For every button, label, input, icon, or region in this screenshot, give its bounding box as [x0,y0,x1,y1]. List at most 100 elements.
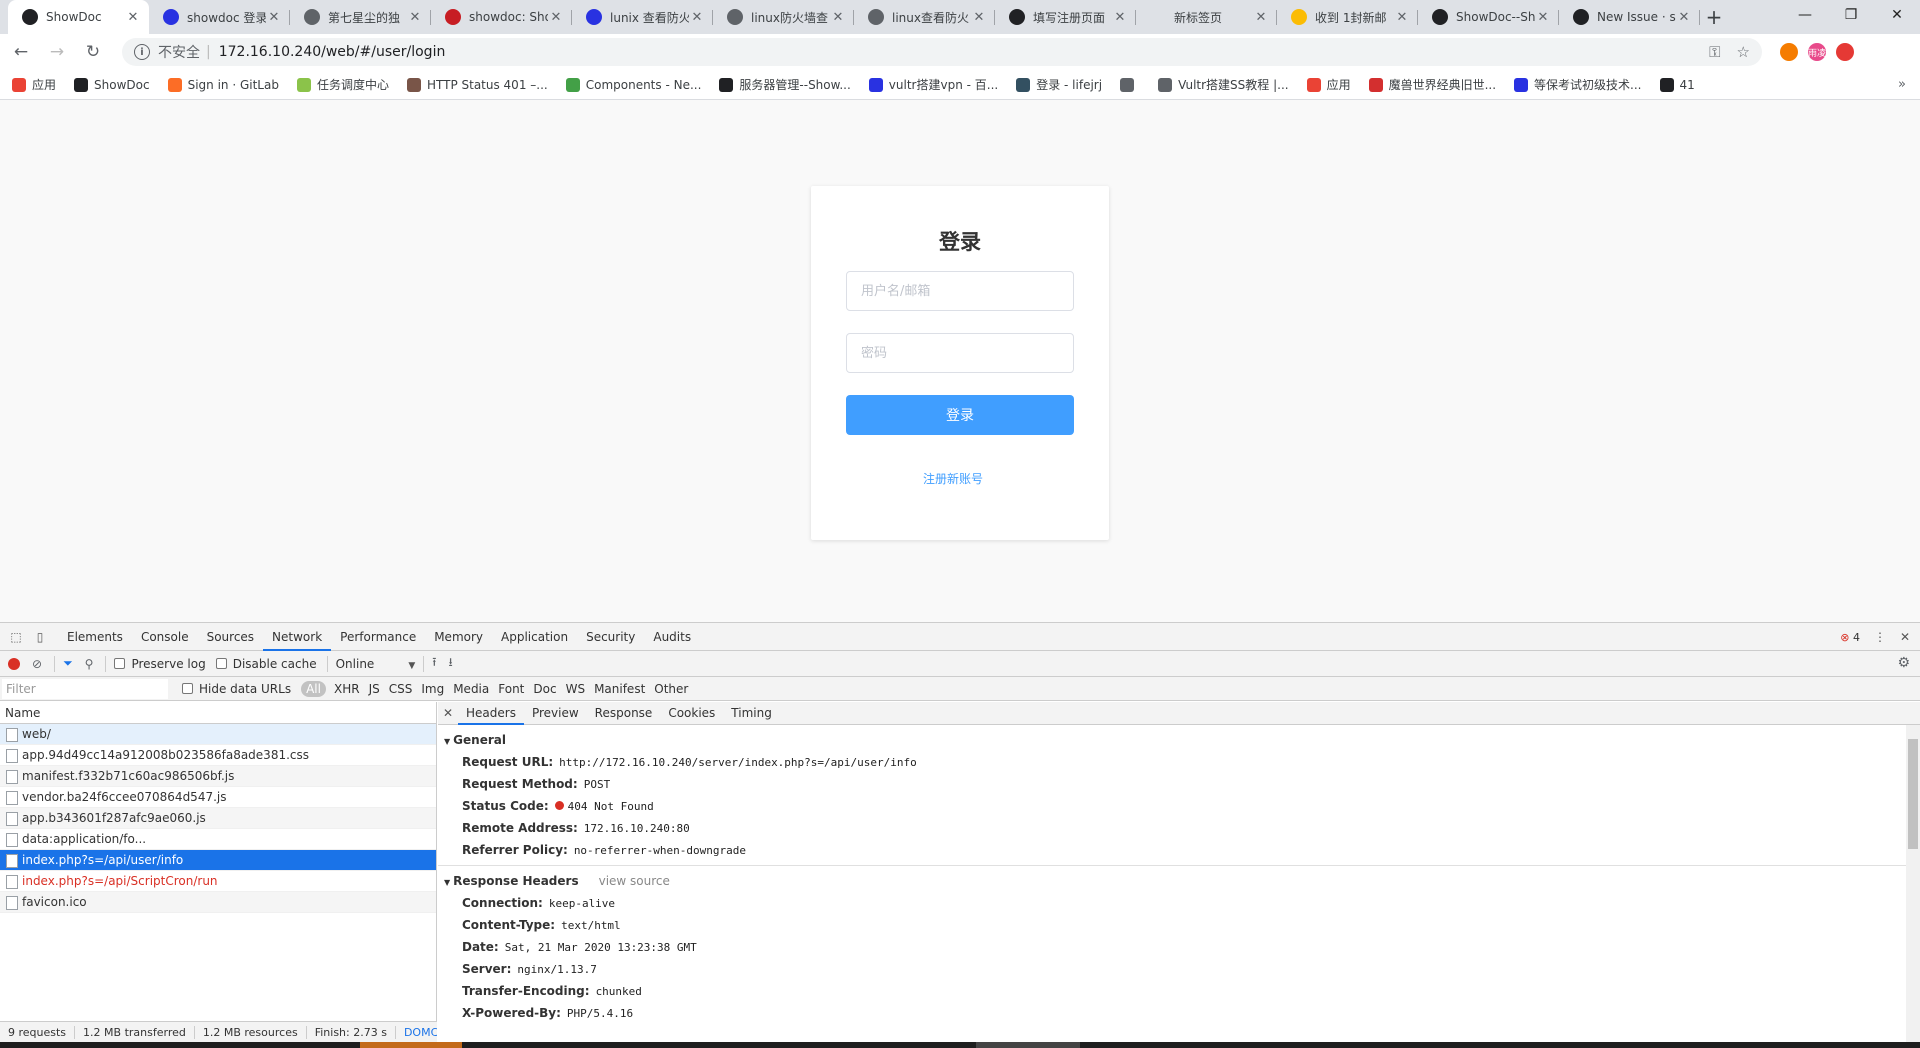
bookmark-item[interactable]: 等保考试初级技术... [1514,76,1642,93]
back-button[interactable]: ← [6,37,36,67]
browser-tab[interactable]: 填写注册页面 ✕ [995,0,1136,34]
request-row[interactable]: data:application/fo... [0,829,436,850]
security-label[interactable]: 不安全 [158,42,200,62]
close-window-button[interactable]: ✕ [1874,0,1920,30]
request-row[interactable]: vendor.ba24f6ccee070864d547.js [0,787,436,808]
taskbar-item[interactable] [360,1042,462,1048]
devtools-tab-network[interactable]: Network [263,623,332,651]
browser-tab[interactable]: linux查看防火 ✕ [854,0,995,34]
filter-type-doc[interactable]: Doc [533,682,556,696]
browser-tab[interactable]: linux防火墙查 ✕ [713,0,854,34]
browser-tab[interactable]: 第七星尘的独 ✕ [290,0,431,34]
filter-type-xhr[interactable]: XHR [334,682,360,696]
bookmark-item[interactable]: 应用 [12,76,56,93]
bookmark-item[interactable]: vultr搭建vpn - 百... [868,76,998,93]
filter-type-css[interactable]: CSS [389,682,413,696]
close-detail-icon[interactable]: ✕ [438,706,458,720]
ext-orange-icon[interactable] [1780,43,1798,61]
close-icon[interactable]: ✕ [1676,10,1692,25]
detail-scrollbar[interactable] [1906,725,1920,1043]
url-text[interactable]: 172.16.10.240/web/#/user/login [219,44,1693,60]
devtools-tab-console[interactable]: Console [132,623,198,651]
maximize-button[interactable]: ❐ [1828,0,1874,30]
username-input[interactable] [846,271,1074,311]
bookmark-item[interactable]: 登录 - lifejrj [1016,76,1102,93]
browser-tab[interactable]: ShowDoc ✕ [8,0,149,34]
ext-red-icon[interactable] [1836,43,1854,61]
inspect-element-icon[interactable]: ⬚ [8,629,24,645]
request-row[interactable]: index.php?s=/api/user/info [0,850,436,871]
close-icon[interactable]: ✕ [1112,10,1128,25]
bookmark-item[interactable]: 任务调度中心 [296,76,389,93]
browser-tab[interactable]: showdoc 登录 ✕ [149,0,290,34]
close-icon[interactable]: ✕ [971,10,987,25]
password-input[interactable] [846,333,1074,373]
key-icon[interactable]: ⚿ [1709,43,1720,61]
close-icon[interactable]: ✕ [548,10,564,25]
browser-tab[interactable]: showdoc: Sho ✕ [431,0,572,34]
request-row[interactable]: manifest.f332b71c60ac986506bf.js [0,766,436,787]
devtools-tab-elements[interactable]: Elements [58,623,132,651]
request-row[interactable]: web/ [0,724,436,745]
error-count-badge[interactable]: ⊗ 4 [1840,631,1860,644]
filter-type-other[interactable]: Other [654,682,688,696]
new-tab-button[interactable]: + [1700,0,1728,34]
general-section-header[interactable]: ▼ General [438,729,1920,751]
devtools-tab-audits[interactable]: Audits [644,623,700,651]
throttle-select[interactable]: Online ▼ [336,657,416,671]
close-icon[interactable]: ✕ [689,10,705,25]
record-icon[interactable] [8,657,20,670]
bookmark-item[interactable]: 41 [1659,77,1695,92]
disable-cache-checkbox[interactable]: Disable cache [215,657,317,671]
request-row[interactable]: favicon.ico [0,892,436,913]
filter-type-ws[interactable]: WS [566,682,585,696]
export-har-icon[interactable]: ⭳ [448,653,452,674]
filter-type-media[interactable]: Media [453,682,489,696]
hide-data-urls-checkbox[interactable]: Hide data URLs [182,682,291,696]
browser-tab[interactable]: 收到 1封新邮 ✕ [1277,0,1418,34]
filter-icon[interactable]: ⏷ [63,656,73,671]
bookmarks-more-button[interactable]: » [1898,77,1906,92]
request-row[interactable]: app.94d49cc14a912008b023586fa8ade381.css [0,745,436,766]
filter-input[interactable] [2,678,168,699]
column-header-name[interactable]: Name [0,702,436,724]
import-har-icon[interactable]: ⭱ [432,653,436,674]
request-row[interactable]: app.b343601f287afc9ae060.js [0,808,436,829]
browser-tab[interactable]: New Issue · s ✕ [1559,0,1700,34]
taskbar-item[interactable] [976,1042,1080,1048]
clear-icon[interactable]: ⊘ [32,657,42,671]
detail-tab-timing[interactable]: Timing [723,702,780,725]
register-link[interactable]: 注册新账号 [811,470,1095,487]
devtools-tab-sources[interactable]: Sources [198,623,263,651]
filter-type-manifest[interactable]: Manifest [594,682,645,696]
bookmark-item[interactable]: Components - Ne... [565,77,701,92]
browser-tab[interactable]: ShowDoc--Sh ✕ [1418,0,1559,34]
filter-type-all[interactable]: All [301,680,326,697]
detail-tab-preview[interactable]: Preview [524,702,587,725]
address-bar[interactable]: i 不安全 | 172.16.10.240/web/#/user/login ⚿… [122,38,1762,66]
scrollbar-thumb[interactable] [1908,739,1918,849]
close-icon[interactable]: ✕ [1394,10,1410,25]
devtools-tab-application[interactable]: Application [492,623,577,651]
ext-pink-badge-icon[interactable]: 雨凌 [1808,43,1826,61]
close-icon[interactable]: ✕ [266,10,282,25]
bookmark-item[interactable]: 魔兽世界经典旧世... [1368,76,1496,93]
device-toolbar-icon[interactable]: ▯ [32,629,48,645]
info-icon[interactable]: i [134,44,150,60]
bookmark-item[interactable]: HTTP Status 401 –... [406,77,548,92]
preserve-log-checkbox[interactable]: Preserve log [114,657,206,671]
bookmark-item[interactable]: 服务器管理--Show... [719,76,851,93]
view-source-link[interactable]: view source [599,874,670,888]
login-button[interactable]: 登录 [846,395,1074,435]
devtools-menu-icon[interactable]: ⋮ [1874,630,1886,644]
detail-tab-cookies[interactable]: Cookies [660,702,723,725]
bookmark-item[interactable]: Sign in · GitLab [167,77,279,92]
detail-tab-response[interactable]: Response [587,702,661,725]
forward-button[interactable]: → [42,37,72,67]
close-icon[interactable]: ✕ [407,10,423,25]
bookmark-item[interactable]: 应用 [1306,76,1351,93]
reload-button[interactable]: ↻ [78,37,108,67]
browser-tab[interactable]: lunix 查看防火 ✕ [572,0,713,34]
devtools-tab-memory[interactable]: Memory [425,623,492,651]
minimize-button[interactable]: — [1782,0,1828,30]
